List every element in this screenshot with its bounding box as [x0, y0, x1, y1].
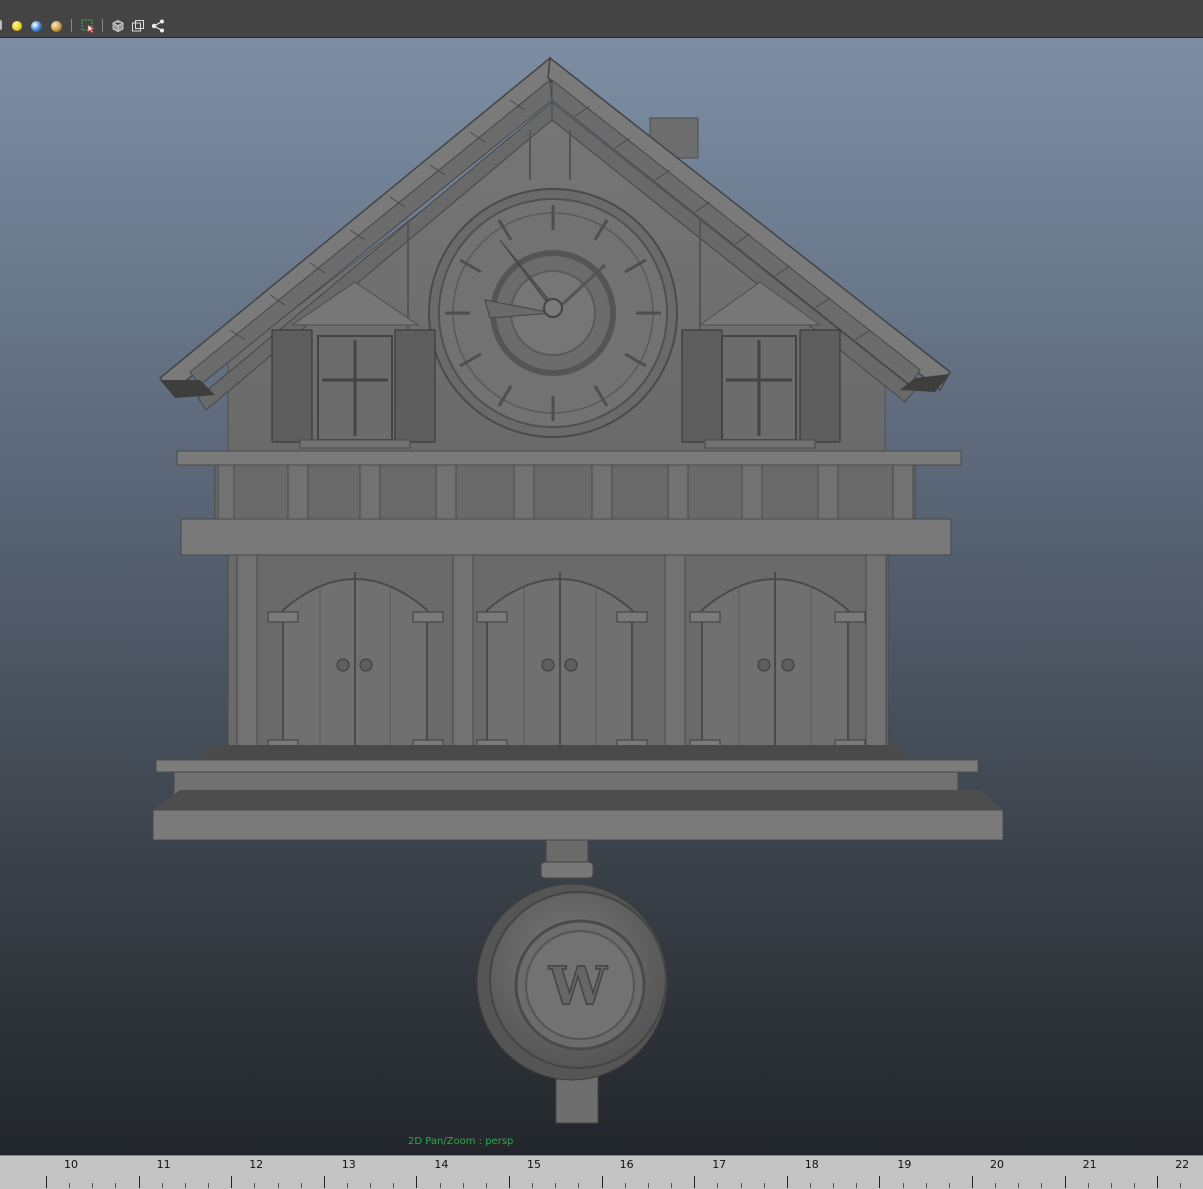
timeline-minor-tick	[902, 1183, 904, 1188]
timeline-tick-label: 21	[1082, 1158, 1097, 1171]
timeline-major-tick	[416, 1176, 418, 1188]
timeline-minor-tick	[995, 1183, 997, 1188]
toolbar-separator	[102, 19, 103, 32]
timeline-minor-tick	[184, 1183, 186, 1188]
timeline-minor-tick	[948, 1183, 950, 1188]
timeline-minor-tick	[346, 1183, 348, 1188]
wireframe-cube-icon[interactable]	[111, 18, 125, 32]
timeline-minor-tick	[740, 1183, 742, 1188]
timeline-minor-tick	[69, 1183, 71, 1188]
timeline-major-tick	[138, 1176, 140, 1188]
timeline-minor-tick	[254, 1183, 256, 1188]
timeline-minor-tick	[1041, 1183, 1043, 1188]
share-graph-icon[interactable]	[151, 18, 165, 33]
timeline-major-tick	[879, 1176, 881, 1188]
xray-icon[interactable]	[131, 18, 145, 32]
timeline-minor-tick	[1134, 1183, 1136, 1188]
timeline-minor-tick	[578, 1183, 580, 1188]
sphere-gold-icon[interactable]	[51, 21, 62, 32]
timeline-minor-tick	[1110, 1183, 1112, 1188]
pendulum: W	[476, 839, 668, 1124]
perspective-viewport[interactable]: W	[0, 38, 1203, 1155]
timeline-minor-tick	[462, 1183, 464, 1188]
time-slider[interactable]: 10 11 12 13 14 15 16 17 18 19 20 21 22	[0, 1155, 1203, 1189]
hud-status-text: 2D Pan/Zoom : persp	[408, 1136, 514, 1147]
timeline-tick-label: 12	[249, 1158, 264, 1171]
timeline-minor-tick	[647, 1183, 649, 1188]
timeline-minor-tick	[555, 1183, 557, 1188]
timeline-minor-tick	[532, 1183, 534, 1188]
timeline-tick-label: 11	[156, 1158, 171, 1171]
timeline-minor-tick	[763, 1183, 765, 1188]
cuckoo-clock-model: W	[152, 56, 1004, 1124]
timeline-tick-label: 18	[804, 1158, 819, 1171]
timeline-major-tick	[972, 1176, 973, 1188]
timeline-tick-label: 15	[527, 1158, 541, 1171]
timeline-minor-tick	[833, 1183, 835, 1188]
timeline-tick-label: 13	[341, 1158, 356, 1171]
timeline-major-tick	[1064, 1176, 1066, 1188]
timeline-minor-tick	[1087, 1183, 1089, 1188]
timeline-major-tick	[46, 1176, 47, 1188]
timeline-minor-tick	[370, 1183, 372, 1188]
timeline-minor-tick	[671, 1183, 673, 1188]
base	[152, 745, 1004, 841]
timeline-major-tick	[231, 1176, 233, 1188]
timeline-minor-tick	[1018, 1183, 1020, 1188]
timeline-major-tick	[694, 1176, 696, 1188]
timeline-tick-label: 17	[712, 1158, 727, 1171]
timeline-minor-tick	[925, 1183, 927, 1188]
timeline-major-tick	[509, 1176, 510, 1188]
timeline-minor-tick	[1180, 1183, 1182, 1188]
timeline-tick-label: 16	[619, 1158, 634, 1171]
balcony	[176, 450, 962, 556]
timeline-minor-tick	[208, 1183, 210, 1188]
door-right	[701, 572, 849, 756]
timeline-minor-tick	[300, 1183, 302, 1188]
timeline-major-tick	[601, 1176, 603, 1188]
lower-floor	[227, 554, 889, 761]
timeline-minor-tick	[809, 1183, 811, 1188]
pendulum-emblem: W	[548, 956, 609, 1017]
light-yellow-icon[interactable]	[12, 21, 22, 31]
timeline-major-tick	[323, 1176, 325, 1188]
timeline-tick-label: 19	[897, 1158, 912, 1171]
timeline-tick-label: 10	[64, 1158, 78, 1171]
timeline-major-tick	[1157, 1176, 1159, 1188]
timeline-minor-tick	[624, 1183, 626, 1188]
select-camera-icon[interactable]	[81, 18, 96, 34]
timeline-tick-label: 22	[1175, 1158, 1190, 1171]
timeline-minor-tick	[393, 1183, 395, 1188]
timeline-minor-tick	[92, 1183, 94, 1188]
timeline-minor-tick	[856, 1183, 858, 1188]
timeline-tick-label: 14	[434, 1158, 449, 1171]
sphere-blue-icon[interactable]	[31, 21, 42, 32]
partial-icon[interactable]	[0, 20, 2, 30]
toolbar-separator	[71, 19, 72, 32]
timeline-minor-tick	[717, 1183, 719, 1188]
timeline-minor-tick	[485, 1183, 487, 1188]
timeline-tick-label: 20	[990, 1158, 1004, 1171]
timeline-minor-tick	[161, 1183, 163, 1188]
timeline-minor-tick	[439, 1183, 441, 1188]
door-left	[282, 572, 428, 756]
door-center	[486, 572, 633, 756]
clock-face	[428, 188, 678, 438]
timeline-minor-tick	[277, 1183, 279, 1188]
timeline-major-tick	[786, 1176, 788, 1188]
timeline-minor-tick	[115, 1183, 117, 1188]
viewport-toolbar	[0, 0, 1203, 38]
